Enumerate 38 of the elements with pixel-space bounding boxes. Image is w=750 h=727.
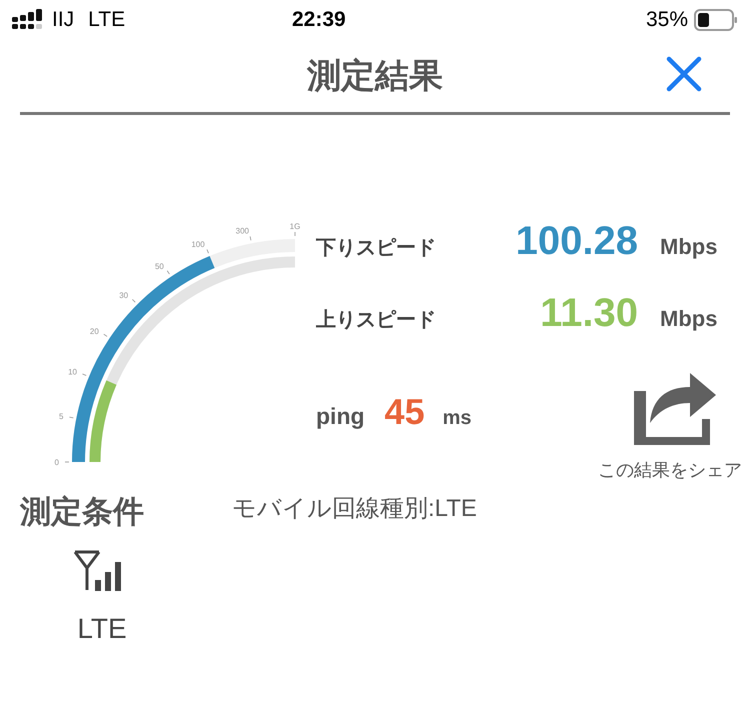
- close-icon: [666, 56, 702, 92]
- screen-title: 測定結果: [307, 56, 443, 96]
- tick-mark: [294, 232, 296, 236]
- speed-unit: Mbps: [660, 233, 718, 261]
- tick-label: 300: [236, 226, 249, 236]
- tick-label: 10: [68, 368, 77, 377]
- tick-mark: [166, 270, 170, 274]
- tick-mark: [82, 374, 87, 376]
- tick-mark: [103, 334, 108, 337]
- battery-icon: [694, 9, 738, 31]
- speed-value: 11.30: [539, 290, 638, 337]
- tick-label: 1G: [290, 222, 300, 231]
- tick-label: 20: [90, 326, 99, 336]
- battery-percent: 35%: [646, 7, 688, 34]
- speed-unit: Mbps: [660, 305, 718, 333]
- speed-label: 下りスピード: [316, 236, 437, 261]
- carrier-name: IIJ: [52, 7, 74, 34]
- close-button[interactable]: [664, 54, 704, 94]
- tick-label: 50: [155, 262, 164, 271]
- speed-value: 100.28: [514, 218, 638, 265]
- tick-label: 0: [54, 458, 59, 467]
- speed-label: 上りスピード: [316, 308, 437, 333]
- network-type: LTE: [88, 7, 126, 34]
- tick-label: 30: [119, 291, 128, 300]
- tick-label: 5: [59, 412, 64, 421]
- tick-mark: [69, 416, 74, 418]
- ping-value: 45: [384, 390, 425, 434]
- tick-label: 100: [191, 240, 205, 249]
- tick-mark: [206, 249, 209, 254]
- tick-mark: [132, 298, 136, 303]
- ping-unit: ms: [442, 406, 472, 431]
- share-button[interactable]: この結果をシェア: [598, 361, 742, 484]
- section-title: 測定条件: [20, 493, 144, 531]
- ping-label: ping: [316, 402, 365, 431]
- tick-mark: [250, 236, 252, 241]
- clock-time: 22:39: [292, 7, 346, 34]
- network-label: LTE: [77, 612, 127, 646]
- connection-type: モバイル回線種別:LTE: [232, 494, 477, 524]
